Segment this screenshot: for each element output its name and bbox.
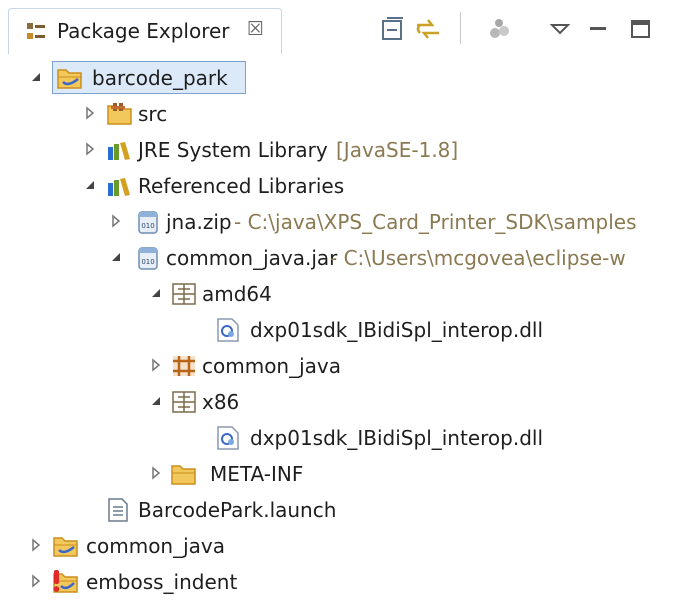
tree-item-decoration: - C:\Users\mcgovea\eclipse-w: [330, 246, 626, 270]
expanded-arrow-icon[interactable]: [82, 177, 98, 193]
tree-item-barcode-park[interactable]: barcode_park: [0, 60, 682, 96]
file-icon: [108, 498, 128, 522]
tree-item-common-java-jar[interactable]: 010 common_java.jar - C:\Users\mcgovea\e…: [0, 240, 682, 276]
tree-item-x86[interactable]: x86: [0, 384, 682, 420]
tree-item-dll-x86[interactable]: dxp01sdk_IBidiSpl_interop.dll: [0, 420, 682, 456]
package-icon: [172, 283, 196, 305]
library-icon: [108, 178, 130, 196]
tree-item-common-java-package[interactable]: common_java: [0, 348, 682, 384]
tab-package-explorer[interactable]: Package Explorer ☒: [8, 8, 282, 54]
expanded-arrow-icon[interactable]: [108, 249, 124, 265]
view-menu-icon[interactable]: [546, 14, 574, 44]
tab-title: Package Explorer: [57, 19, 230, 43]
package-explorer-icon: [27, 23, 45, 39]
tree-item-jre-system-library[interactable]: JRE System Library [JavaSE-1.8]: [0, 132, 682, 168]
tree-item-jna-zip[interactable]: 010 jna.zip - C:\java\XPS_Card_Printer_S…: [0, 204, 682, 240]
package-icon: [173, 356, 195, 376]
collapsed-arrow-icon[interactable]: [148, 357, 164, 373]
svg-text:010: 010: [141, 222, 154, 230]
expanded-arrow-icon[interactable]: [148, 393, 164, 409]
tree-item-emboss-indent[interactable]: emboss_indent: [0, 564, 682, 600]
dll-file-icon: [217, 318, 239, 342]
tree-item-meta-inf[interactable]: META-INF: [0, 456, 682, 492]
toolbar-separator: [460, 12, 461, 44]
package-icon: [172, 391, 196, 413]
tree-item-amd64[interactable]: amd64: [0, 276, 682, 312]
jar-icon: 010: [138, 247, 158, 270]
tree-item-label: x86: [202, 390, 240, 414]
tree-item-decoration: [JavaSE-1.8]: [336, 138, 459, 162]
tree-item-referenced-libraries[interactable]: Referenced Libraries: [0, 168, 682, 204]
java-project-error-icon: [53, 570, 78, 593]
tree-item-label: jna.zip: [166, 210, 232, 234]
focus-active-task-icon[interactable]: [486, 14, 514, 44]
expanded-arrow-icon[interactable]: [148, 285, 164, 301]
collapsed-arrow-icon[interactable]: [28, 537, 44, 553]
expanded-arrow-icon[interactable]: [28, 69, 44, 85]
view-tab-bar: Package Explorer ☒: [0, 0, 682, 60]
tree-item-label: BarcodePark.launch: [138, 498, 337, 522]
collapsed-arrow-icon[interactable]: [108, 213, 124, 229]
maximize-icon[interactable]: [626, 14, 654, 44]
collapsed-arrow-icon[interactable]: [28, 573, 44, 589]
tree-item-label: src: [138, 102, 168, 126]
tree-item-label: META-INF: [210, 462, 304, 486]
tree-item-label: emboss_indent: [86, 570, 238, 594]
collapse-all-icon[interactable]: [378, 14, 406, 44]
collapsed-arrow-icon[interactable]: [82, 105, 98, 121]
tree-item-label: common_java.jar: [166, 246, 338, 270]
tree-item-common-java-project[interactable]: common_java: [0, 528, 682, 564]
jar-icon: 010: [138, 211, 158, 234]
java-project-icon: [53, 537, 78, 557]
collapsed-arrow-icon[interactable]: [82, 141, 98, 157]
link-with-editor-icon[interactable]: [414, 14, 442, 44]
tree-item-label: JRE System Library: [138, 138, 328, 162]
folder-icon: [171, 465, 196, 485]
tree-item-src[interactable]: src: [0, 96, 682, 132]
package-explorer-tree: barcode_park src JRE System Library [Jav…: [0, 60, 682, 600]
tree-item-dll-amd64[interactable]: dxp01sdk_IBidiSpl_interop.dll: [0, 312, 682, 348]
tree-item-label: dxp01sdk_IBidiSpl_interop.dll: [250, 426, 544, 450]
tree-item-barcodepark-launch[interactable]: BarcodePark.launch: [0, 492, 682, 528]
source-folder-icon: [107, 103, 132, 125]
collapsed-arrow-icon[interactable]: [148, 465, 164, 481]
dll-file-icon: [217, 426, 239, 450]
tree-item-label: common_java: [86, 534, 226, 558]
tree-item-label: dxp01sdk_IBidiSpl_interop.dll: [250, 318, 544, 342]
tree-item-label: common_java: [202, 354, 342, 378]
close-icon[interactable]: ☒: [247, 18, 264, 40]
tree-item-label: barcode_park: [92, 66, 228, 90]
minimize-icon[interactable]: [584, 14, 612, 44]
java-project-icon: [57, 69, 82, 89]
tree-item-label: amd64: [202, 282, 272, 306]
tree-item-decoration: - C:\java\XPS_Card_Printer_SDK\samples: [234, 210, 637, 234]
svg-text:010: 010: [141, 258, 154, 266]
library-icon: [108, 142, 130, 160]
tree-item-label: Referenced Libraries: [138, 174, 345, 198]
